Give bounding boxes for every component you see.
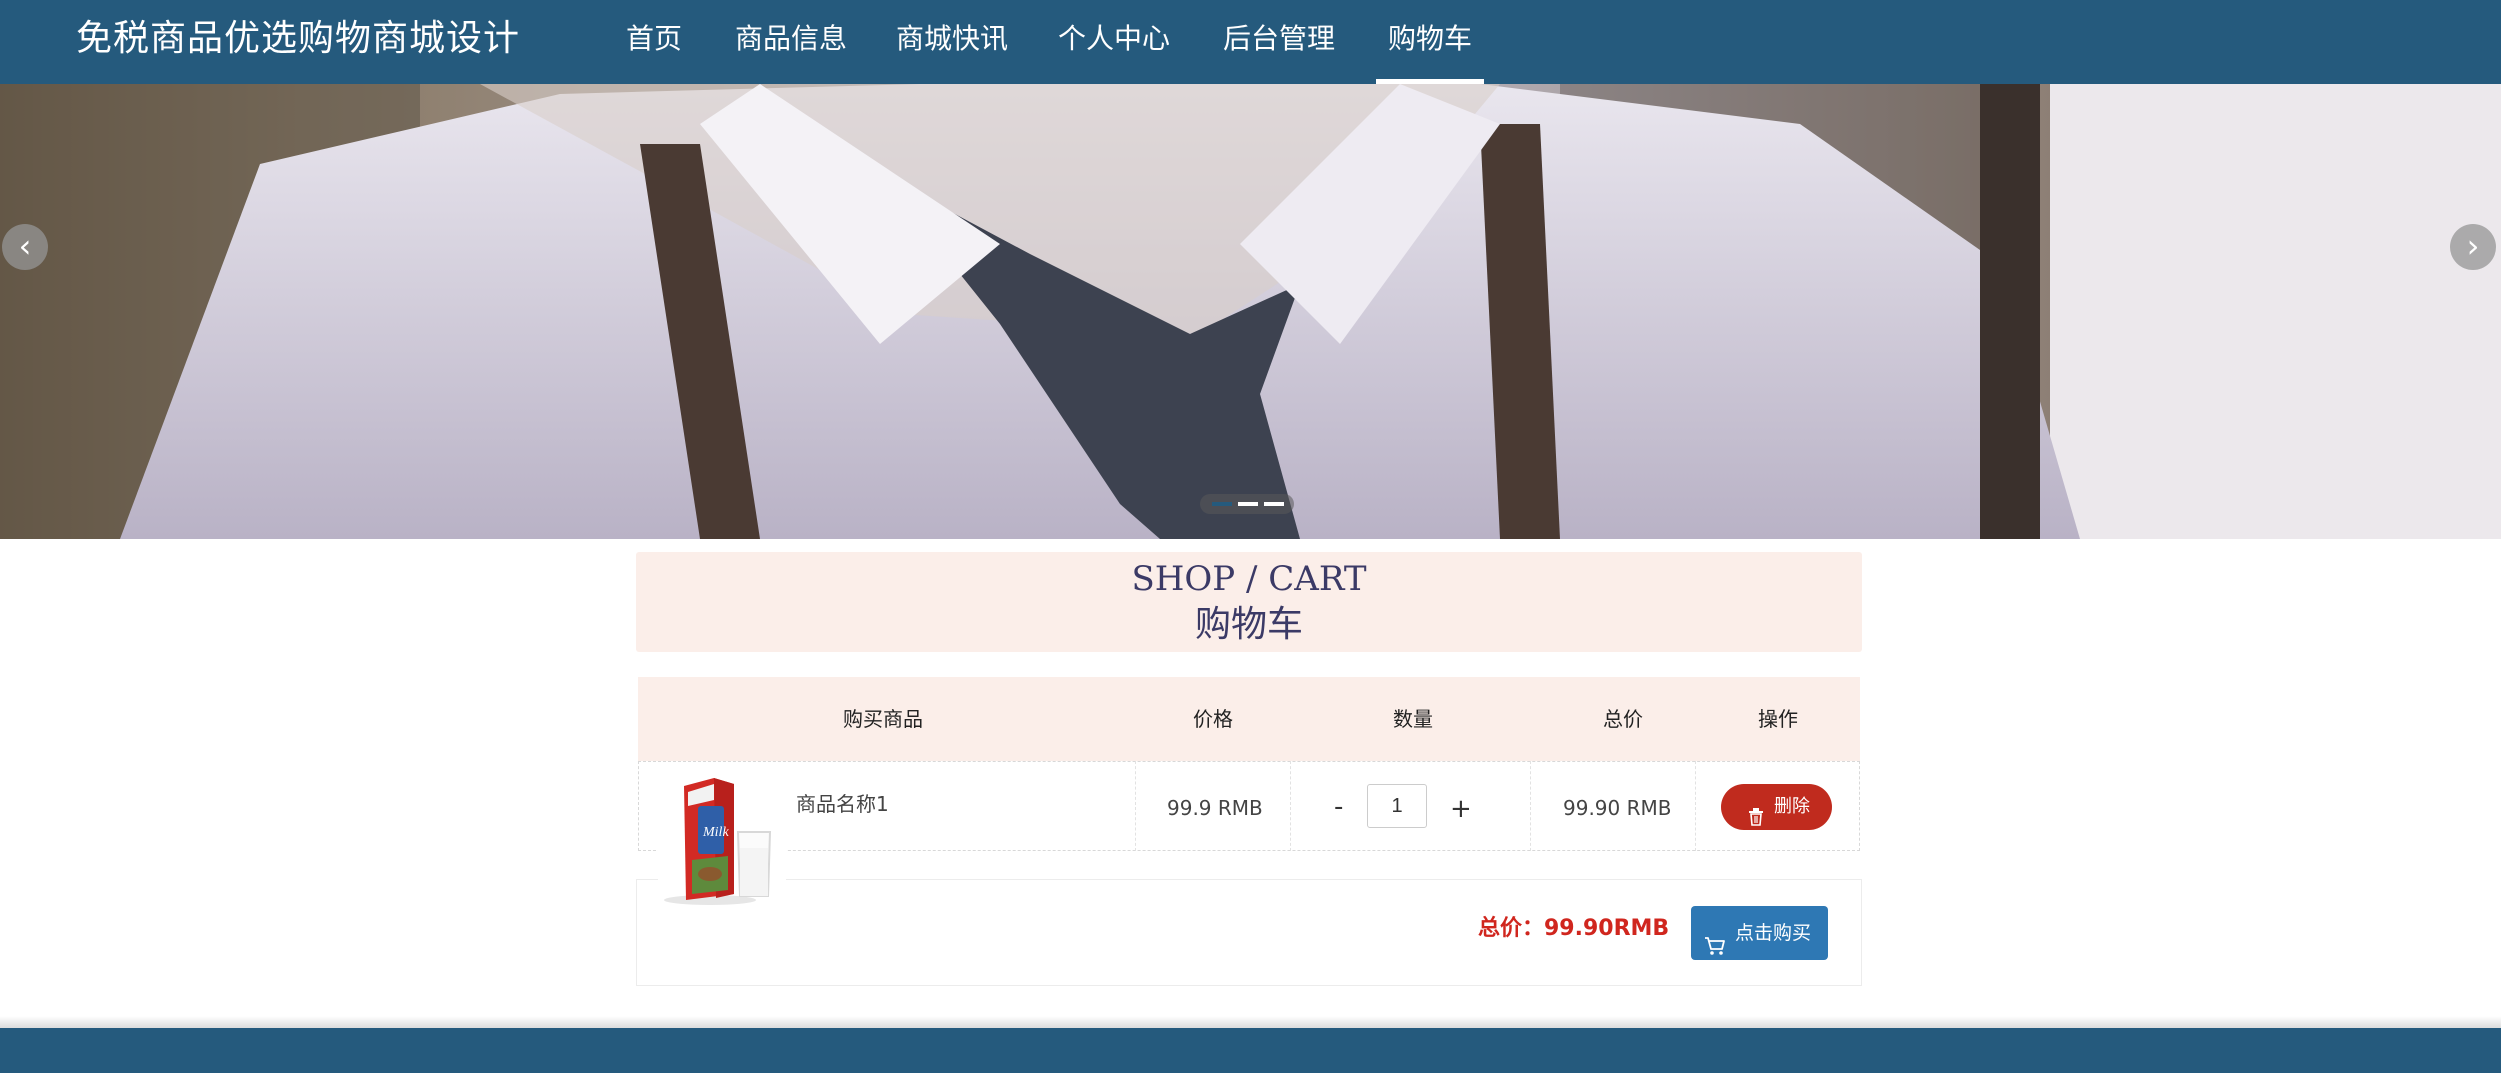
- top-navbar: 免税商品优选购物商城设计 首页 商品信息 商城快讯 个人中心 后台管理 购物车: [0, 0, 2501, 84]
- product-subtotal: 99.90 RMB: [1563, 796, 1672, 820]
- checkout-button-label: 点击购买: [1735, 922, 1812, 944]
- cart-title-en: SHOP / CART: [1131, 559, 1367, 599]
- site-title[interactable]: 免税商品优选购物商城设计: [76, 14, 520, 64]
- product-name[interactable]: 商品名称1: [796, 788, 889, 817]
- footer-divider: [0, 1016, 2501, 1028]
- nav-item-home[interactable]: 首页: [626, 0, 682, 84]
- product-image[interactable]: Milk: [658, 770, 786, 908]
- column-divider: [1695, 761, 1696, 851]
- cart-icon: [1704, 923, 1726, 977]
- svg-text:Milk: Milk: [702, 825, 729, 840]
- nav-item-cart[interactable]: 购物车: [1375, 0, 1485, 84]
- column-header-action: 操作: [1758, 707, 1798, 731]
- column-header-quantity: 数量: [1393, 707, 1433, 731]
- column-divider: [1530, 761, 1531, 851]
- chevron-left-icon: ‹: [18, 227, 32, 265]
- nav-item-news[interactable]: 商城快讯: [896, 0, 1008, 84]
- product-price: 99.9 RMB: [1167, 796, 1263, 820]
- carousel-indicators: [1200, 494, 1294, 514]
- carousel-indicator-2[interactable]: [1238, 502, 1258, 506]
- cart-total: 总价：99.90RMB: [1478, 916, 1670, 941]
- column-header-product: 购买商品: [843, 707, 923, 731]
- nav-item-user-center[interactable]: 个人中心: [1058, 0, 1170, 84]
- delete-button[interactable]: 删除: [1721, 784, 1832, 830]
- nav-item-admin[interactable]: 后台管理: [1223, 0, 1335, 84]
- column-divider: [1135, 761, 1136, 851]
- chevron-right-icon: ›: [2466, 227, 2480, 265]
- carousel-prev-button[interactable]: ‹: [2, 224, 48, 270]
- banner-image: [0, 84, 2501, 539]
- cart-table-header: 购买商品 价格 数量 总价 操作: [638, 677, 1860, 761]
- footer-bar: [0, 1028, 2501, 1073]
- column-header-price: 价格: [1193, 707, 1233, 731]
- cart-summary: [636, 879, 1862, 986]
- nav-item-products[interactable]: 商品信息: [735, 0, 847, 84]
- column-header-subtotal: 总价: [1603, 707, 1643, 731]
- banner-carousel: ‹ ›: [0, 84, 2501, 539]
- checkout-button[interactable]: 点击购买: [1691, 906, 1828, 960]
- carousel-next-button[interactable]: ›: [2450, 224, 2496, 270]
- delete-button-label: 删除: [1774, 796, 1810, 817]
- trash-icon: [1748, 798, 1764, 844]
- carousel-indicator-3[interactable]: [1264, 502, 1284, 506]
- carousel-indicator-1[interactable]: [1212, 502, 1232, 506]
- milk-carton-image: Milk: [664, 778, 772, 905]
- quantity-input[interactable]: [1367, 784, 1427, 828]
- cart-title-cn: 购物车: [1194, 604, 1303, 645]
- quantity-increase-button[interactable]: +: [1450, 794, 1472, 824]
- quantity-decrease-button[interactable]: -: [1334, 792, 1343, 822]
- column-divider: [1290, 761, 1291, 851]
- cart-section-header: SHOP / CART 购物车: [636, 552, 1862, 652]
